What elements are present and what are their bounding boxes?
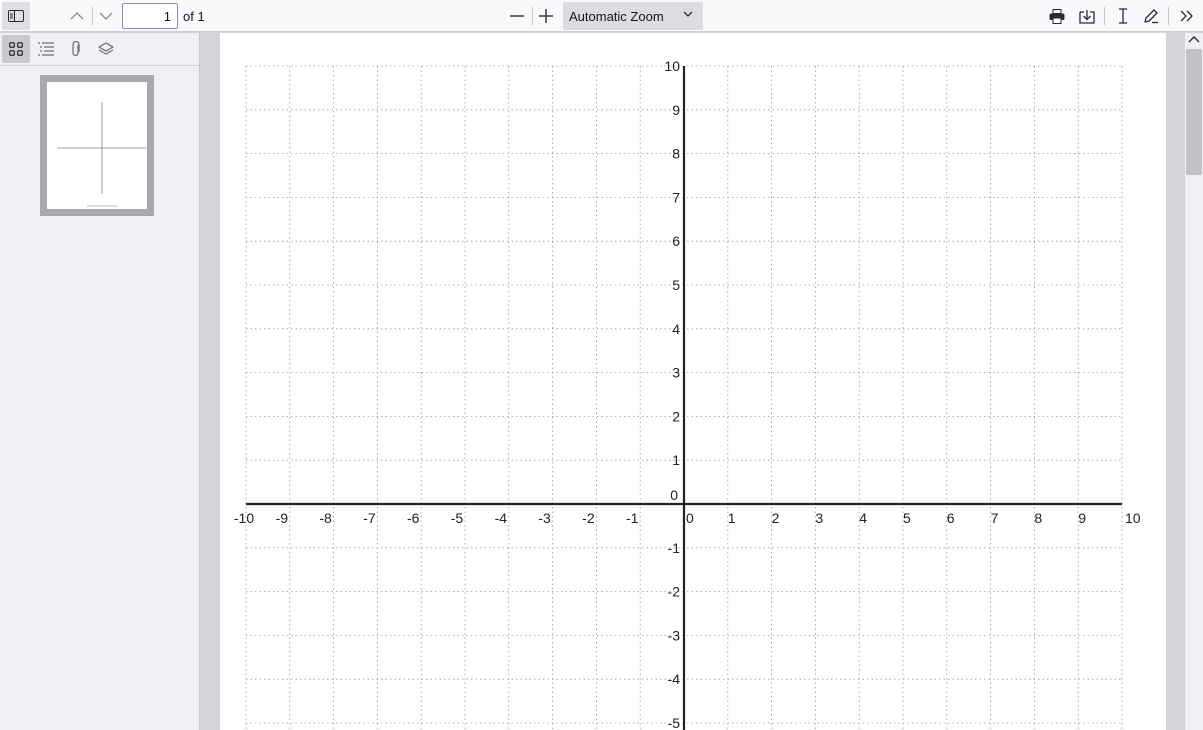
x-tick-label: 7 [991,510,999,526]
y-tick-label: 8 [672,146,680,162]
sidebar [0,33,200,730]
zoom-out-button[interactable] [504,2,530,30]
page-number-input[interactable] [122,3,178,29]
y-tick-label: 9 [672,102,680,118]
document-viewer[interactable]: -10 -9 -8 -7 -6 -5 -4 -3 -2 -1 1 2 3 4 5 6 7 8 9 10 10 9 8 7 6 5 4… [201,33,1185,730]
layers-icon [98,42,114,55]
vertical-scrollbar[interactable] [1185,33,1203,730]
zoom-select[interactable]: Automatic Zoom [563,2,703,30]
y-tick-label: 0 [670,487,678,503]
x-tick-label: 4 [859,510,867,526]
x-tick-label: 0 [686,510,694,526]
attachments-tab[interactable] [62,35,90,63]
x-tick-label: -10 [234,510,254,526]
x-tick-label: -8 [319,510,332,526]
x-tick-label: -5 [451,510,464,526]
sidebar-toggle-icon [8,10,24,22]
print-button[interactable] [1044,2,1070,30]
y-tick-label: 10 [664,58,680,74]
y-tick-label: 2 [672,408,680,424]
thumbnail-page [47,82,147,209]
x-tick-label: 6 [947,510,955,526]
text-cursor-icon [1119,8,1127,24]
download-icon [1079,9,1095,24]
minus-icon [510,15,524,17]
y-tick-label: -5 [668,715,681,730]
pdf-page: -10 -9 -8 -7 -6 -5 -4 -3 -2 -1 1 2 3 4 5 6 7 8 9 10 10 9 8 7 6 5 4… [220,33,1166,730]
x-tick-label: 2 [772,510,780,526]
chevron-down-icon [683,11,693,17]
toolbar-separator [1104,7,1105,25]
printer-icon [1049,8,1065,24]
y-tick-label: -2 [668,584,681,600]
toolbar-separator [1168,7,1169,25]
x-tick-label: 5 [903,510,911,526]
y-tick-label: -4 [668,671,681,687]
thumbnail-grid-icon [9,42,23,56]
scrollbar-thumb[interactable] [1186,49,1202,175]
next-page-button[interactable] [93,2,119,30]
thumbnail-graph [57,102,147,207]
y-tick-label: 4 [672,321,680,337]
x-tick-label: -3 [538,510,551,526]
x-tick-label: 9 [1078,510,1086,526]
zoom-select-label: Automatic Zoom [569,8,664,24]
paperclip-icon [72,41,80,57]
double-chevron-right-icon [1180,10,1193,22]
zoom-in-button[interactable] [533,2,559,30]
save-button[interactable] [1074,2,1100,30]
x-tick-label: -7 [363,510,376,526]
x-tick-label: 8 [1034,510,1042,526]
x-tick-label: -4 [495,510,508,526]
plus-icon [539,9,553,23]
y-tick-label: 6 [672,233,680,249]
tools-menu-button[interactable] [1174,2,1200,30]
y-tick-label: -1 [668,540,681,556]
y-tick-label: 1 [672,452,680,468]
draw-tool-button[interactable] [1138,2,1164,30]
page-thumbnail[interactable] [40,75,154,216]
sidebar-tabs [0,33,199,66]
coordinate-grid-chart: -10 -9 -8 -7 -6 -5 -4 -3 -2 -1 1 2 3 4 5 6 7 8 9 1010987654… [234,58,1141,730]
x-tick-label: -9 [276,510,289,526]
thumbnails-tab[interactable] [2,35,30,63]
y-tick-label: -3 [668,627,681,643]
toolbar: of 1 Automatic Zoom [0,0,1203,32]
x-tick-label: 3 [815,510,823,526]
sidebar-toggle-button[interactable] [2,2,30,30]
chevron-down-icon [99,12,113,20]
text-tool-button[interactable] [1110,2,1136,30]
x-tick-label: 10 [1125,510,1141,526]
x-tick-label: -6 [407,510,420,526]
x-tick-label: -2 [582,510,595,526]
previous-page-button[interactable] [64,2,90,30]
outline-tab[interactable] [32,35,60,63]
x-tick-label: -1 [626,510,639,526]
y-tick-label: 7 [672,189,680,205]
chevron-up-icon [70,12,84,20]
x-tick-label: 1 [728,510,736,526]
y-tick-label: 5 [672,277,680,293]
outline-list-icon [38,42,54,56]
y-tick-label: 3 [672,365,680,381]
layers-tab[interactable] [92,35,120,63]
scroll-up-arrow-icon[interactable] [1188,35,1200,43]
page-count-label: of 1 [183,9,205,24]
pencil-icon [1144,9,1158,24]
